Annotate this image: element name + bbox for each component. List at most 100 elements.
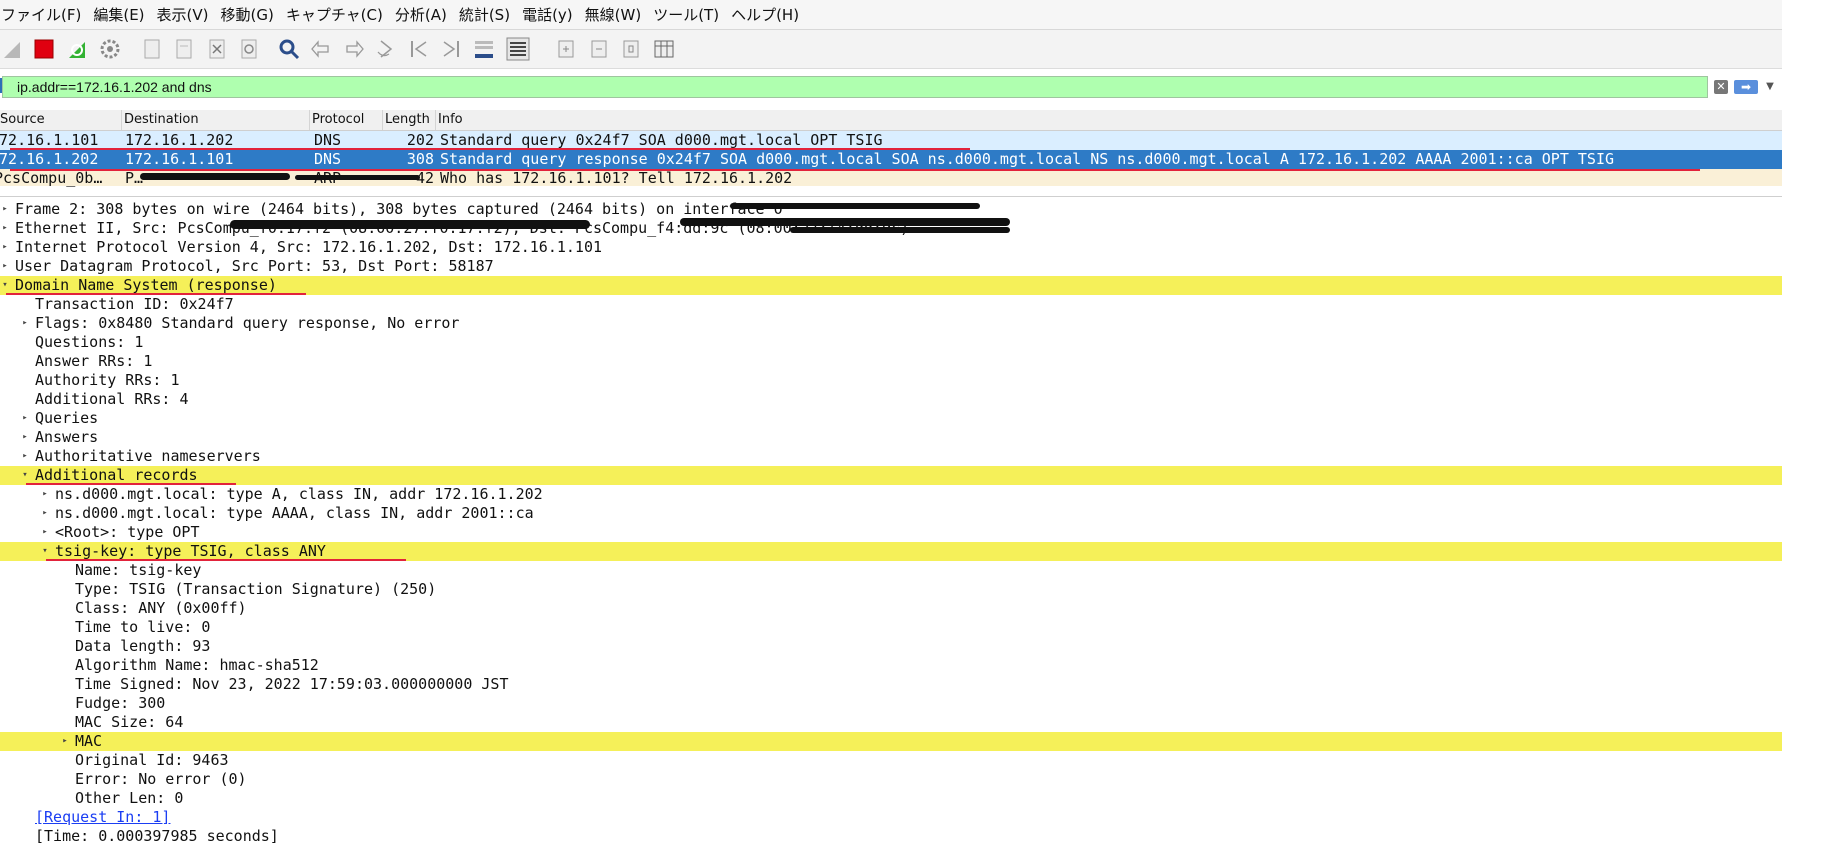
tree-row[interactable]: Original Id: 9463 [0, 751, 1782, 770]
apply-filter-icon[interactable]: ➡ [1734, 80, 1758, 94]
last-packet-icon[interactable] [439, 37, 463, 61]
go-to-packet-icon[interactable] [374, 37, 398, 61]
tree-row-text: Algorithm Name: hmac-sha512 [75, 656, 319, 674]
tree-row[interactable]: Data length: 93 [0, 637, 1782, 656]
tree-row-text: Transaction ID: 0x24f7 [35, 295, 234, 313]
tree-row-text: Fudge: 300 [75, 694, 166, 712]
menu-file[interactable]: ファイル(F) [0, 4, 88, 25]
tree-row[interactable]: ▸ <Root>: type OPT [0, 523, 1782, 542]
filter-history-dropdown-icon[interactable]: ▼ [1762, 78, 1778, 96]
collapsed-arrow-icon[interactable]: ▸ [20, 447, 30, 466]
tree-row[interactable]: Transaction ID: 0x24f7 [0, 295, 1782, 314]
tree-row[interactable]: Answer RRs: 1 [0, 352, 1782, 371]
column-length[interactable]: Length [383, 110, 436, 130]
pane-divider[interactable] [0, 196, 1782, 197]
zoom-normal-icon[interactable] [619, 37, 643, 61]
tree-row[interactable]: Name: tsig-key [0, 561, 1782, 580]
packet-row-selected[interactable]: 172.16.1.202 172.16.1.101 DNS 308 Standa… [0, 150, 1782, 169]
tree-row[interactable]: ▸ Answers [0, 428, 1782, 447]
collapsed-arrow-icon[interactable]: ▸ [0, 200, 10, 219]
column-destination[interactable]: Destination [122, 110, 310, 130]
menu-help[interactable]: ヘルプ(H) [730, 4, 806, 25]
tree-row[interactable]: Other Len: 0 [0, 789, 1782, 808]
display-filter-input[interactable]: ip.addr==172.16.1.202 and dns [2, 76, 1708, 98]
column-source[interactable]: Source [0, 110, 122, 130]
collapsed-arrow-icon[interactable]: ▸ [20, 314, 30, 333]
tree-row[interactable]: ▸ Internet Protocol Version 4, Src: 172.1… [0, 238, 1782, 257]
request-in-link[interactable]: [Request In: 1] [35, 808, 170, 827]
tree-row[interactable]: Type: TSIG (Transaction Signature) (250) [0, 580, 1782, 599]
collapsed-arrow-icon[interactable]: ▸ [40, 485, 50, 504]
collapsed-arrow-icon[interactable]: ▸ [40, 504, 50, 523]
tree-row[interactable]: [Request In: 1] [0, 808, 1782, 827]
tree-row[interactable]: ▸ ns.d000.mgt.local: type AAAA, class IN,… [0, 504, 1782, 523]
tree-row-text: Time to live: 0 [75, 618, 211, 636]
tree-row[interactable]: Time to live: 0 [0, 618, 1782, 637]
tree-row[interactable]: Fudge: 300 [0, 694, 1782, 713]
display-filter-bar: ip.addr==172.16.1.202 and dns ✕ ➡ ▼ [0, 74, 1782, 102]
tree-row-highlighted[interactable]: ▾ tsig-key: type TSIG, class ANY [0, 542, 1782, 561]
colorize-icon[interactable] [506, 37, 530, 61]
tree-row-text: Queries [35, 409, 99, 427]
tree-row[interactable]: Algorithm Name: hmac-sha512 [0, 656, 1782, 675]
column-protocol[interactable]: Protocol [310, 110, 383, 130]
annotation-underline [10, 148, 970, 150]
tree-row-highlighted[interactable]: ▸ MAC [0, 732, 1782, 751]
stop-icon[interactable] [32, 37, 56, 61]
go-forward-icon[interactable] [342, 37, 366, 61]
shark-fin-icon[interactable] [0, 37, 24, 61]
reload-icon[interactable] [237, 37, 261, 61]
menu-wireless[interactable]: 無線(W) [584, 4, 649, 25]
tree-row[interactable]: Questions: 1 [0, 333, 1782, 352]
collapsed-arrow-icon[interactable]: ▸ [0, 219, 10, 238]
collapsed-arrow-icon[interactable]: ▸ [20, 409, 30, 428]
tree-row-highlighted[interactable]: ▾ Additional records [0, 466, 1782, 485]
menu-view[interactable]: 表示(V) [156, 4, 216, 25]
packet-info: Standard query response 0x24f7 SOA d000.… [440, 150, 1614, 168]
tree-row[interactable]: ▸ Flags: 0x8480 Standard query response, … [0, 314, 1782, 333]
collapsed-arrow-icon[interactable]: ▸ [0, 238, 10, 257]
collapsed-arrow-icon[interactable]: ▸ [40, 523, 50, 542]
packet-destination: 172.16.1.101 [125, 150, 234, 168]
tree-row[interactable]: Time Signed: Nov 23, 2022 17:59:03.00000… [0, 675, 1782, 694]
tree-row[interactable]: ▸ Authoritative nameservers [0, 447, 1782, 466]
collapsed-arrow-icon[interactable]: ▸ [60, 732, 70, 751]
menu-telephony[interactable]: 電話(y) [521, 4, 580, 25]
menu-edit[interactable]: 編集(E) [92, 4, 151, 25]
resize-columns-icon[interactable] [652, 37, 676, 61]
packet-source: 172.16.1.202 [0, 150, 99, 168]
save-file-icon[interactable] [172, 37, 196, 61]
restart-icon[interactable] [65, 37, 89, 61]
menu-tools[interactable]: ツール(T) [652, 4, 726, 25]
collapsed-arrow-icon[interactable]: ▸ [0, 257, 10, 276]
menu-statistics[interactable]: 統計(S) [458, 4, 517, 25]
first-packet-icon[interactable] [407, 37, 431, 61]
tree-row[interactable]: ▸ User Datagram Protocol, Src Port: 53, D… [0, 257, 1782, 276]
collapsed-arrow-icon[interactable]: ▸ [20, 428, 30, 447]
annotation-underline [10, 169, 1700, 171]
open-file-icon[interactable] [140, 37, 164, 61]
menu-go[interactable]: 移動(G) [220, 4, 281, 25]
column-info[interactable]: Info [436, 110, 1782, 130]
tree-row[interactable]: ▸ ns.d000.mgt.local: type A, class IN, ad… [0, 485, 1782, 504]
menu-capture[interactable]: キャプチャ(C) [285, 4, 390, 25]
close-file-icon[interactable] [205, 37, 229, 61]
find-icon[interactable] [277, 37, 301, 61]
tree-row[interactable]: Authority RRs: 1 [0, 371, 1782, 390]
tree-row-highlighted[interactable]: ▾ Domain Name System (response) [0, 276, 1782, 295]
options-gear-icon[interactable] [98, 37, 122, 61]
tree-row[interactable]: [Time: 0.000397985 seconds] [0, 827, 1782, 846]
packet-row[interactable]: PcsCompu_0b… P… ARP 42 Who has 172.16.1.… [0, 169, 1782, 187]
zoom-in-icon[interactable] [554, 37, 578, 61]
tree-row[interactable]: Class: ANY (0x00ff) [0, 599, 1782, 618]
clear-filter-icon[interactable]: ✕ [1714, 80, 1728, 94]
tree-row[interactable]: Additional RRs: 4 [0, 390, 1782, 409]
tree-row[interactable]: MAC Size: 64 [0, 713, 1782, 732]
tree-row[interactable]: Error: No error (0) [0, 770, 1782, 789]
packet-length: 308 [406, 150, 434, 168]
go-back-icon[interactable] [309, 37, 333, 61]
zoom-out-icon[interactable] [587, 37, 611, 61]
autoscroll-icon[interactable] [472, 37, 496, 61]
tree-row[interactable]: ▸ Queries [0, 409, 1782, 428]
menu-analyze[interactable]: 分析(A) [394, 4, 454, 25]
